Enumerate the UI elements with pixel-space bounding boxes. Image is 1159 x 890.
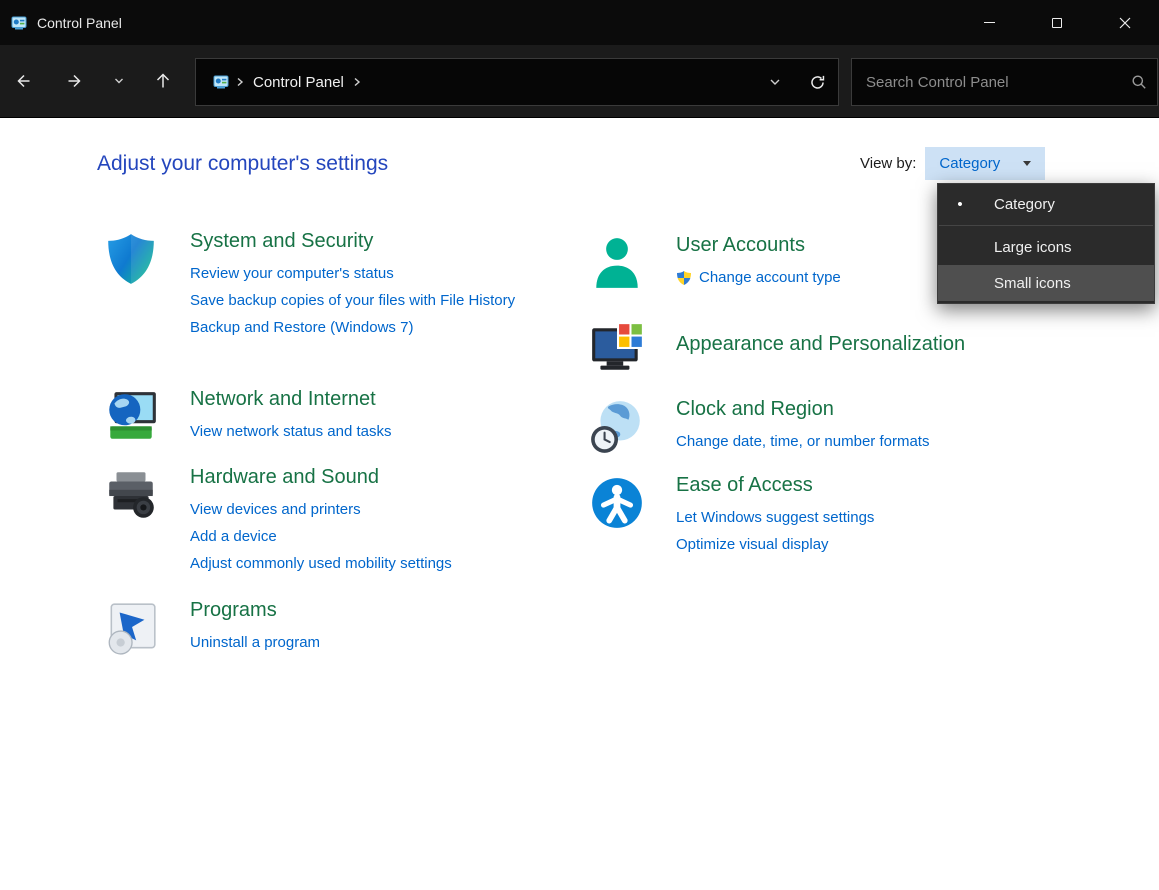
category-appearance-and-personalization: Appearance and Personalization: [588, 316, 1136, 378]
category-title-clock-and-region[interactable]: Clock and Region: [676, 394, 1136, 424]
category-title-system-and-security[interactable]: System and Security: [190, 226, 520, 256]
accessibility-icon[interactable]: [588, 474, 646, 532]
category-title-ease-of-access[interactable]: Ease of Access: [676, 470, 1136, 500]
user-silhouette-icon[interactable]: [588, 234, 646, 292]
breadcrumb-item-control-panel[interactable]: Control Panel: [251, 74, 346, 91]
link-file-history[interactable]: Save backup copies of your files with Fi…: [190, 287, 520, 314]
view-by-control: View by: Category: [860, 147, 1045, 180]
link-optimize-visual-display[interactable]: Optimize visual display: [676, 531, 1136, 558]
view-by-dropdown-button[interactable]: Category: [925, 147, 1045, 180]
minimize-icon: [984, 22, 995, 23]
page-heading: Adjust your computer's settings: [97, 152, 388, 176]
link-uninstall-a-program[interactable]: Uninstall a program: [190, 629, 520, 656]
menu-item-small-icons[interactable]: Small icons: [938, 265, 1154, 301]
back-button[interactable]: [3, 61, 43, 101]
link-review-computer-status[interactable]: Review your computer's status: [190, 260, 520, 287]
back-arrow-icon: [13, 71, 33, 91]
forward-arrow-icon: [65, 71, 85, 91]
link-mobility-settings[interactable]: Adjust commonly used mobility settings: [190, 550, 520, 577]
link-add-a-device[interactable]: Add a device: [190, 523, 520, 550]
menu-item-large-icons[interactable]: Large icons: [938, 229, 1154, 265]
search-icon[interactable]: [1121, 74, 1157, 90]
view-by-label: View by:: [860, 155, 916, 172]
minimize-button[interactable]: [955, 0, 1023, 45]
view-by-value: Category: [939, 155, 1000, 172]
link-view-devices-and-printers[interactable]: View devices and printers: [190, 496, 520, 523]
close-icon: [1119, 17, 1131, 29]
view-by-menu: • Category Large icons Small icons: [937, 183, 1155, 304]
search-box: [851, 58, 1158, 106]
caret-down-icon: [1023, 161, 1031, 166]
category-title-hardware-and-sound[interactable]: Hardware and Sound: [190, 462, 520, 492]
link-backup-and-restore[interactable]: Backup and Restore (Windows 7): [190, 314, 520, 341]
menu-item-category[interactable]: • Category: [938, 186, 1154, 222]
link-label: Change account type: [699, 264, 841, 291]
window-title: Control Panel: [37, 15, 122, 31]
menu-item-label: Large icons: [994, 239, 1072, 256]
maximize-icon: [1052, 18, 1062, 28]
menu-separator: [939, 225, 1153, 226]
address-dropdown-button[interactable]: [754, 59, 796, 105]
link-change-date-time-formats[interactable]: Change date, time, or number formats: [676, 428, 1136, 455]
category-title-programs[interactable]: Programs: [190, 595, 520, 625]
control-panel-crumb-icon: [213, 74, 229, 90]
close-button[interactable]: [1091, 0, 1159, 45]
chevron-down-icon: [113, 75, 125, 87]
menu-item-label: Small icons: [994, 275, 1071, 292]
up-arrow-icon: [153, 71, 173, 91]
search-input[interactable]: [852, 74, 1121, 91]
category-programs: Programs Uninstall a program: [102, 595, 520, 657]
personalization-monitor-icon[interactable]: [588, 320, 646, 378]
window-controls: [955, 0, 1159, 45]
breadcrumb-chevron-icon[interactable]: [352, 75, 362, 89]
category-hardware-and-sound: Hardware and Sound View devices and prin…: [102, 462, 520, 577]
recent-pages-button[interactable]: [103, 61, 135, 101]
category-network-and-internet: Network and Internet View network status…: [102, 384, 520, 446]
forward-button[interactable]: [55, 61, 95, 101]
menu-item-label: Category: [994, 196, 1055, 213]
refresh-icon: [809, 74, 826, 91]
security-shield-icon[interactable]: [102, 230, 160, 288]
chevron-down-icon: [768, 75, 782, 89]
network-globe-icon[interactable]: [102, 388, 160, 446]
selected-bullet-icon: •: [938, 196, 982, 213]
uac-shield-icon: [676, 270, 692, 286]
category-title-appearance-and-personalization[interactable]: Appearance and Personalization: [676, 329, 1136, 359]
printer-icon[interactable]: [102, 466, 160, 524]
category-title-network-and-internet[interactable]: Network and Internet: [190, 384, 520, 414]
refresh-button[interactable]: [796, 59, 838, 105]
breadcrumb-chevron-icon[interactable]: [235, 75, 245, 89]
program-window-icon[interactable]: [102, 599, 160, 657]
navigation-bar: Control Panel: [0, 45, 1159, 118]
link-view-network-status[interactable]: View network status and tasks: [190, 418, 520, 445]
category-ease-of-access: Ease of Access Let Windows suggest setti…: [588, 470, 1136, 558]
link-let-windows-suggest-settings[interactable]: Let Windows suggest settings: [676, 504, 1136, 531]
clock-globe-icon[interactable]: [588, 398, 646, 456]
category-system-and-security: System and Security Review your computer…: [102, 226, 520, 341]
control-panel-app-icon: [11, 15, 27, 31]
address-bar[interactable]: Control Panel: [195, 58, 839, 106]
maximize-button[interactable]: [1023, 0, 1091, 45]
titlebar: Control Panel: [0, 0, 1159, 45]
up-button[interactable]: [143, 61, 183, 101]
category-clock-and-region: Clock and Region Change date, time, or n…: [588, 394, 1136, 456]
